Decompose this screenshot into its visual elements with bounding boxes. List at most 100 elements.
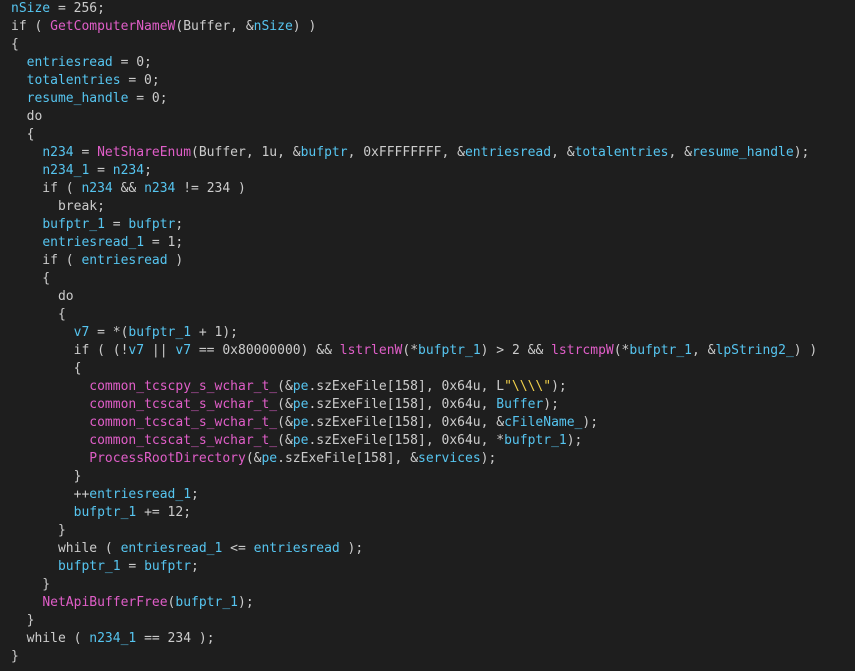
function-token: common_tcscat_s_wchar_t_ xyxy=(89,397,278,412)
code-line: n234_1 = n234; xyxy=(11,162,152,180)
code-line: common_tcscat_s_wchar_t_(&pe.szExeFile[1… xyxy=(11,414,598,432)
code-text: = 1; xyxy=(144,235,184,250)
code-text: ); xyxy=(793,145,810,160)
code-line: { xyxy=(11,306,66,324)
code-text: (& xyxy=(277,397,293,412)
variable-token: pe xyxy=(292,379,309,394)
function-token: lstrcmpW xyxy=(551,343,614,358)
code-text: = xyxy=(89,163,113,178)
code-text: ; xyxy=(144,163,152,178)
code-text: } xyxy=(11,613,35,628)
code-line: resume_handle = 0; xyxy=(11,90,168,108)
code-editor[interactable]: nSize = 256; if ( GetComputerNameW(Buffer… xyxy=(0,0,855,671)
code-text: ); xyxy=(543,397,559,412)
variable-token: pe xyxy=(292,397,309,412)
code-line: break; xyxy=(11,198,105,216)
code-text: != 234 ) xyxy=(175,181,246,196)
code-text: while ( xyxy=(11,541,121,556)
code-text: } xyxy=(11,523,66,538)
code-text: if ( xyxy=(11,253,82,268)
variable-token: bufptr_1 xyxy=(128,325,192,340)
code-text: (& xyxy=(277,415,293,430)
code-line: bufptr_1 += 12; xyxy=(11,504,191,522)
code-text: (& xyxy=(277,379,293,394)
code-line: v7 = *(bufptr_1 + 1); xyxy=(11,324,238,342)
code-text: { xyxy=(11,271,51,286)
code-text: = 0; xyxy=(120,73,160,88)
code-text: <= xyxy=(222,541,254,556)
code-line: } xyxy=(11,648,19,666)
code-text: = *( xyxy=(89,325,129,340)
variable-token: v7 xyxy=(175,343,192,358)
code-text: = xyxy=(73,145,98,160)
code-line: } xyxy=(11,468,82,486)
code-text: ); xyxy=(480,451,497,466)
variable-token: cFileName_ xyxy=(504,415,583,430)
variable-token: bufptr_1 xyxy=(629,343,693,358)
code-text: { xyxy=(11,127,35,142)
code-text: || xyxy=(144,343,176,358)
code-text: .szExeFile[158], 0x64u, * xyxy=(308,433,505,448)
code-text: ) xyxy=(167,253,184,268)
code-text: } xyxy=(11,469,82,484)
variable-token: nSize xyxy=(11,1,51,16)
code-text: , 0xFFFFFFFF, & xyxy=(347,145,465,160)
code-text: (& xyxy=(277,433,293,448)
code-text: ) ) xyxy=(793,343,818,358)
code-text: { xyxy=(11,307,66,322)
variable-token: pe xyxy=(261,451,278,466)
variable-token: v7 xyxy=(128,343,145,358)
function-token: lstrlenW xyxy=(339,343,403,358)
code-text: do xyxy=(11,109,43,124)
code-line: } xyxy=(11,612,35,630)
code-line: { xyxy=(11,126,35,144)
code-text: ; xyxy=(191,487,199,502)
code-line: common_tcscat_s_wchar_t_(&pe.szExeFile[1… xyxy=(11,432,582,450)
code-line: while ( n234_1 == 234 ); xyxy=(11,630,215,648)
variable-token: n234_1 xyxy=(89,631,137,646)
variable-token: lpString2_ xyxy=(715,343,794,358)
variable-token: v7 xyxy=(73,325,90,340)
variable-token: totalentries xyxy=(26,73,121,88)
function-token: ProcessRootDirectory xyxy=(89,451,246,466)
variable-token: services xyxy=(418,451,481,466)
code-line: do xyxy=(11,108,43,126)
code-text: == 234 ); xyxy=(136,631,215,646)
code-text: if ( (! xyxy=(11,343,129,358)
code-text: += 12; xyxy=(136,505,192,520)
code-text: { xyxy=(11,37,19,52)
variable-token: entriesread xyxy=(464,145,552,160)
code-line: entriesread_1 = 1; xyxy=(11,234,183,252)
variable-token: n234 xyxy=(112,163,145,178)
code-text: ); xyxy=(551,379,567,394)
variable-token: bufptr_1 xyxy=(42,217,105,232)
code-text: break; xyxy=(11,199,105,214)
code-line: ProcessRootDirectory(&pe.szExeFile[158],… xyxy=(11,450,496,468)
code-text: if ( xyxy=(11,19,51,34)
variable-token: nSize xyxy=(253,19,293,34)
variable-token: bufptr_1 xyxy=(175,595,238,610)
variable-token: bufptr xyxy=(128,217,176,232)
code-line: if ( GetComputerNameW(Buffer, &nSize) ) xyxy=(11,18,316,36)
code-text: if ( xyxy=(11,181,82,196)
function-token: common_tcscat_s_wchar_t_ xyxy=(89,415,278,430)
code-text: .szExeFile[158], 0x64u, L xyxy=(308,379,505,394)
variable-token: n234 xyxy=(81,181,113,196)
code-text: == 0x80000000) && xyxy=(191,343,340,358)
code-text: , & xyxy=(692,343,716,358)
code-text: .szExeFile[158], 0x64u, xyxy=(308,397,497,412)
variable-token: entriesread xyxy=(26,55,113,70)
code-text: .szExeFile[158], & xyxy=(277,451,419,466)
code-line: n234 = NetShareEnum(Buffer, 1u, &bufptr,… xyxy=(11,144,809,162)
variable-token: resume_handle xyxy=(26,91,129,106)
variable-token: entriesread xyxy=(253,541,340,556)
code-line: if ( entriesread ) xyxy=(11,252,183,270)
